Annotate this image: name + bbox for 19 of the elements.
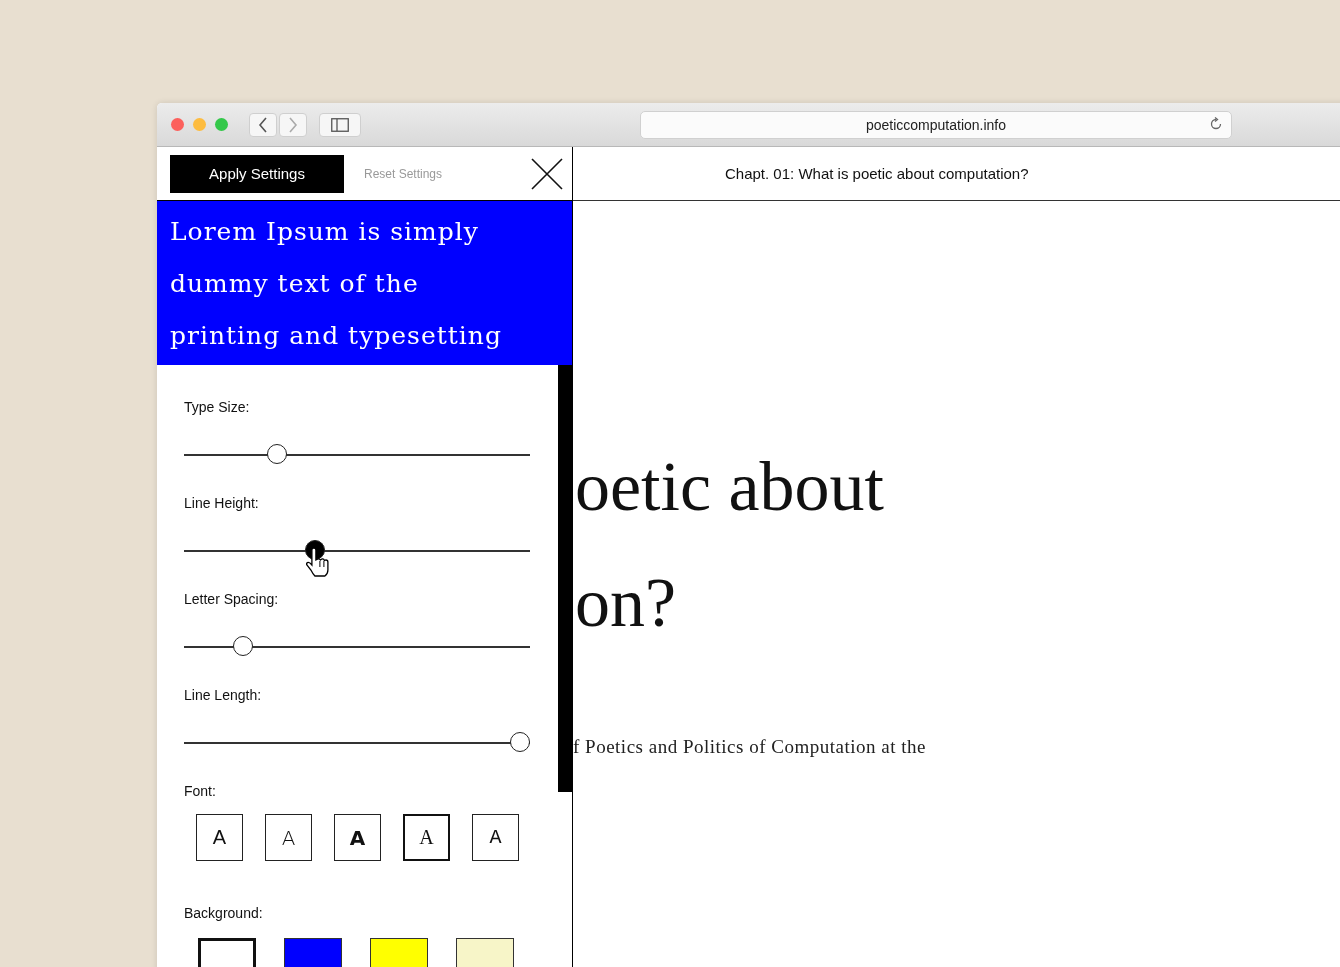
slider-label: Letter Spacing: [184, 591, 279, 607]
font-label: Font: [184, 783, 216, 799]
font-option[interactable]: A [196, 814, 243, 861]
slider-label: Line Height: [184, 495, 259, 511]
url-text: poeticcomputation.info [865, 116, 1007, 133]
article-heading: on? [575, 563, 677, 643]
chapter-title: Chapt. 01: What is poetic about computation? [725, 165, 1029, 182]
article-heading: oetic about [575, 447, 885, 527]
address-bar[interactable]: poeticcomputation.info [640, 110, 1232, 139]
font-option[interactable]: A [334, 814, 381, 861]
font-option[interactable]: A [265, 814, 312, 861]
slider-label: Type Size: [184, 399, 250, 415]
article-text: f Poetics and Politics of Computation at the [573, 736, 926, 758]
font-option[interactable]: A [403, 814, 450, 861]
apply-settings-button[interactable]: Apply Settings [170, 154, 344, 193]
background-label: Background: [184, 905, 263, 921]
preview-text: Lorem Ipsum is simply dummy text of the printing and typesetting [157, 201, 572, 365]
slider-label: Line Length: [184, 687, 262, 703]
font-option[interactable]: A [472, 814, 519, 861]
